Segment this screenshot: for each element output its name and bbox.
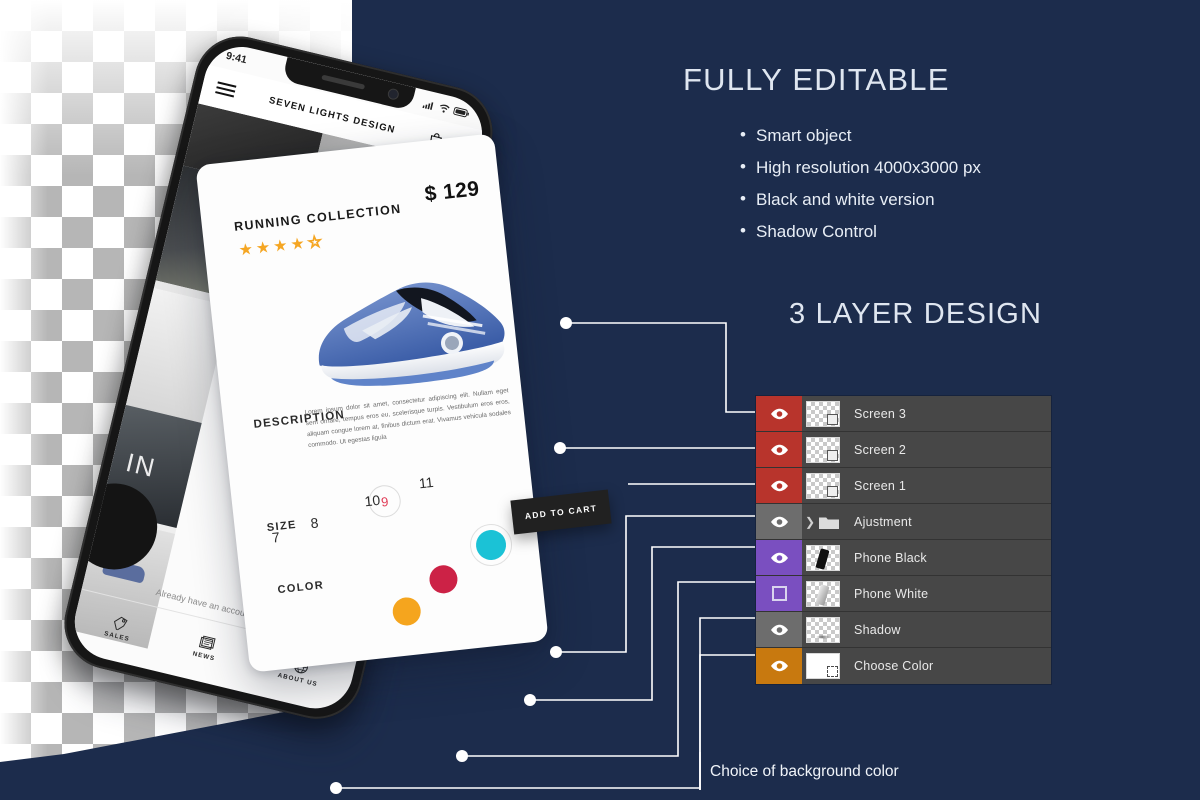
eye-off-icon [771,586,787,601]
wifi-icon [440,104,450,113]
chevron-right-icon[interactable]: ❯ [805,516,815,528]
eye-icon [770,552,789,564]
visibility-toggle-shadow[interactable] [756,612,802,647]
layer-label: Phone White [854,586,929,601]
size-option-8[interactable]: 8 [310,515,319,532]
eye-icon [770,480,789,492]
feature-item-4: Shadow Control [740,215,1160,248]
layer-row-ajustment[interactable]: ❯ Ajustment [756,504,1051,540]
feature-item-3: Black and white version [740,183,1160,216]
layer-row-screen-3[interactable]: Screen 3 [756,396,1051,432]
layer-row-screen-1[interactable]: Screen 1 [756,468,1051,504]
heading-fully-editable: FULLY EDITABLE [683,62,950,97]
color-label: COLOR [277,579,325,597]
layer-row-screen-2[interactable]: Screen 2 [756,432,1051,468]
layer-thumbnail-screen-2[interactable] [802,436,844,463]
product-collection: RUNNING COLLECTION [233,201,403,234]
layer-label: Phone Black [854,550,927,565]
visibility-toggle-phone-black[interactable] [756,540,802,575]
eye-icon [770,408,789,420]
visibility-toggle-phone-white[interactable] [756,576,802,611]
layer-thumbnail-screen-3[interactable] [802,400,844,427]
layer-label: Choose Color [854,659,934,673]
product-price: $ 129 [423,177,481,207]
rating-stars: ★ ★ ★ ★ ☆ [237,233,324,260]
layer-label: Shadow [854,622,901,637]
star-5: ☆ [306,233,323,253]
product-image-running-shoe [318,282,505,386]
signal-icon [422,101,434,110]
visibility-toggle-screen-2[interactable] [756,432,802,467]
smart-object-badge [827,485,838,497]
visibility-toggle-ajustment[interactable] [756,504,802,539]
tab-news[interactable]: NEWS [192,634,220,663]
hamburger-icon[interactable] [214,78,237,101]
price-tag-icon [113,616,128,631]
eye-icon [770,624,789,636]
layer-thumbnail-choose-color[interactable] [802,653,844,679]
status-icons [422,99,471,119]
layer-thumbnail-screen-1[interactable] [802,472,844,499]
layer-thumbnail-shadow[interactable] [802,616,844,643]
newspaper-icon [198,635,216,650]
layer-row-shadow[interactable]: Shadow [756,612,1051,648]
visibility-toggle-choose-color[interactable] [756,648,802,684]
feature-list: Smart object High resolution 4000x3000 p… [740,119,1160,248]
layer-row-choose-color[interactable]: Choose Color [756,648,1051,684]
tab-news-label: NEWS [191,650,216,663]
tab-about-label: ABOUT US [276,671,319,688]
color-swatch-orange[interactable] [391,596,423,627]
size-option-11[interactable]: 11 [418,474,434,491]
star-4: ★ [289,235,306,254]
layer-label: Screen 3 [854,406,907,421]
background-color-note: Choice of background color [710,763,899,780]
visibility-toggle-screen-3[interactable] [756,396,802,431]
eye-icon [770,660,789,672]
phone-black-shape [815,547,830,570]
battery-icon [453,106,470,117]
eye-icon [770,444,789,456]
eye-icon [770,516,789,528]
size-option-10[interactable]: 10 [364,492,381,510]
smart-object-badge [827,449,838,461]
product-card: $ 129 RUNNING COLLECTION ★ ★ ★ ★ ☆ DESCR… [195,133,549,673]
layers-panel[interactable]: Screen 3 Screen 2 Screen 1 ❯ Ajustment P… [755,395,1052,685]
layer-label: Screen 1 [854,478,907,493]
color-swatch-crimson[interactable] [428,563,459,595]
size-option-7[interactable]: 7 [271,529,280,546]
star-1: ★ [237,240,254,260]
shadow-shape [816,634,830,639]
folder-icon [819,517,840,529]
phone-white-shape [815,583,830,606]
feature-item-2: High resolution 4000x3000 px [740,151,1160,184]
tab-sales[interactable]: SALES [103,612,135,643]
visibility-toggle-screen-1[interactable] [756,468,802,503]
layer-row-phone-white[interactable]: Phone White [756,576,1051,612]
star-3: ★ [272,237,289,256]
smart-object-badge [827,413,838,425]
earpiece-speaker [321,74,366,90]
layer-label: Screen 2 [854,442,907,457]
layer-thumbnail-phone-white[interactable] [802,580,844,607]
status-time: 9:41 [224,49,249,67]
feature-item-1: Smart object [740,119,1160,152]
layer-group-toggle[interactable]: ❯ [802,514,844,530]
heading-3-layer-design: 3 LAYER DESIGN [789,298,1043,330]
transform-badge [827,666,838,677]
front-camera-icon [387,88,399,100]
star-2: ★ [255,239,272,258]
layer-row-phone-black[interactable]: Phone Black [756,540,1051,576]
tab-sales-label: SALES [103,629,131,643]
layer-label: Ajustment [854,514,912,529]
layer-thumbnail-phone-black[interactable] [802,544,844,571]
